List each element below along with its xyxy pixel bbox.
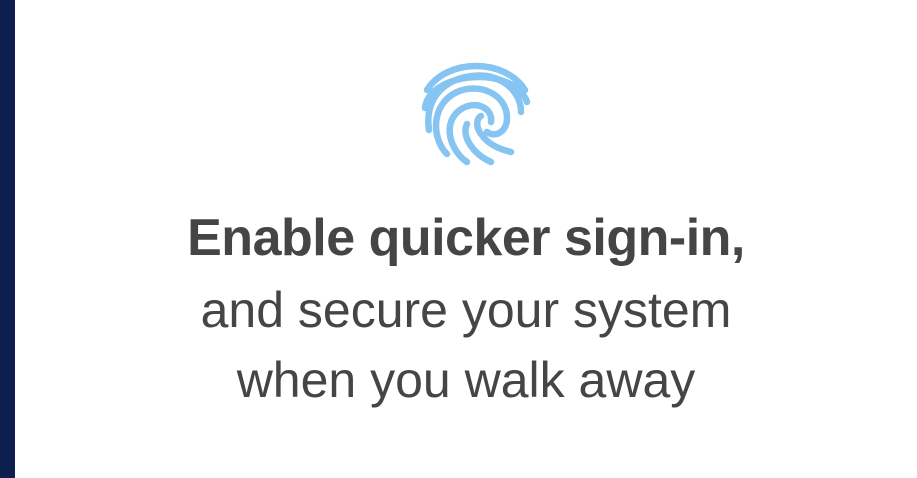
side-accent-strip	[0, 0, 15, 478]
fingerprint-icon	[417, 50, 535, 168]
headline-line-3: when you walk away	[236, 352, 696, 408]
headline-bold: Enable quicker sign-in,	[187, 209, 745, 267]
headline-line-2: and secure your system	[200, 282, 732, 338]
fingerprint-strokes	[421, 62, 531, 166]
promo-panel: Enable quicker sign-in, and secure your …	[15, 0, 917, 478]
